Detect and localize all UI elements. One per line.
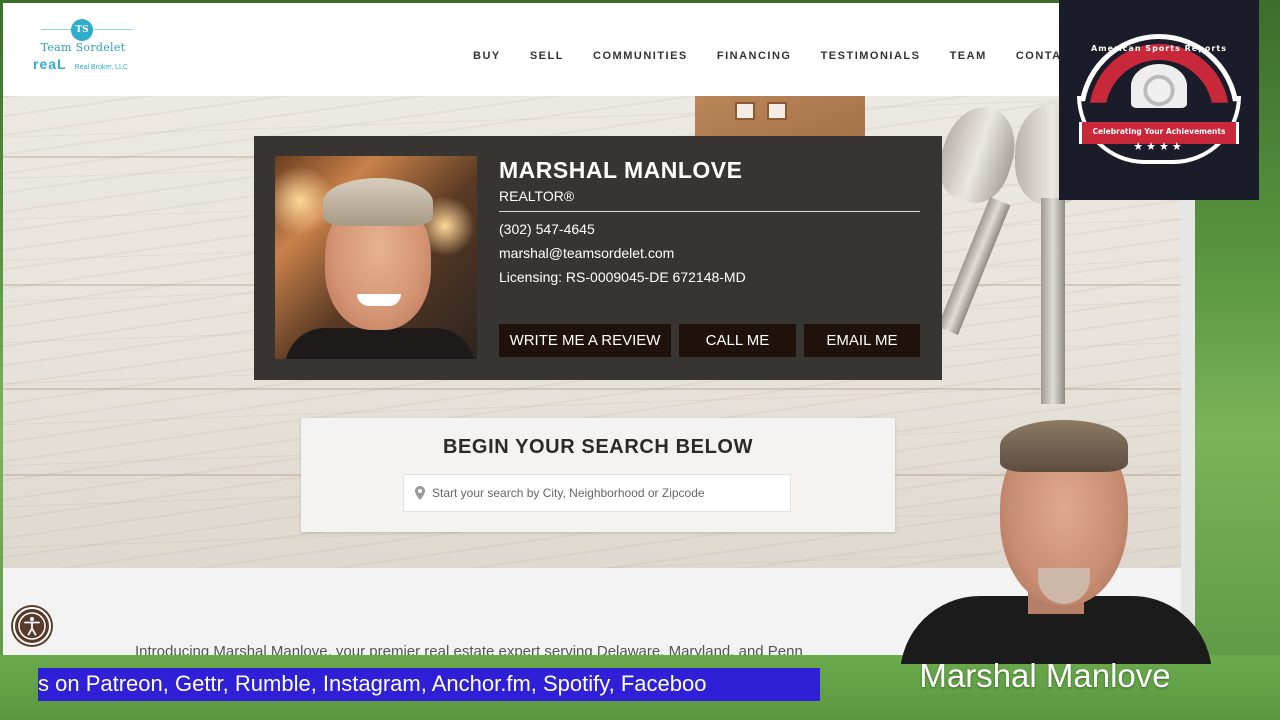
- logo-brokerage-mark: reaL: [33, 56, 67, 72]
- site-logo[interactable]: TS Team Sordelet reaL Real Broker, LLC: [33, 17, 143, 77]
- nav-testimonials[interactable]: TESTIMONIALS: [821, 50, 921, 62]
- brand-badge-logo: American Sports Reports Celebrating Your…: [1059, 0, 1259, 200]
- presenter-hair: [1000, 420, 1128, 472]
- accessibility-button[interactable]: [13, 607, 51, 645]
- nav-buy[interactable]: BUY: [473, 50, 501, 62]
- nav-team[interactable]: TEAM: [950, 50, 987, 62]
- search-panel: BEGIN YOUR SEARCH BELOW: [301, 418, 895, 532]
- badge-arc-text: American Sports Reports: [1091, 44, 1227, 53]
- key-head: [929, 97, 1027, 211]
- logo-brokerage: reaL Real Broker, LLC: [33, 54, 128, 73]
- key-blade: [937, 196, 1011, 336]
- nav-sell[interactable]: SELL: [530, 50, 564, 62]
- agent-title: REALTOR®: [499, 188, 575, 204]
- site-header: TS Team Sordelet reaL Real Broker, LLC B…: [3, 3, 1195, 96]
- agent-photo: [275, 156, 477, 359]
- intro-paragraph: Introducing Marshal Manlove, your premie…: [135, 643, 803, 655]
- scrolling-ticker: s on Patreon, Gettr, Rumble, Instagram, …: [38, 668, 820, 701]
- key-blade: [1041, 198, 1065, 404]
- agent-name: MARSHAL MANLOVE: [499, 157, 743, 183]
- photo-shirt: [285, 328, 475, 359]
- photo-hair: [323, 178, 433, 226]
- logo-name: Team Sordelet: [40, 41, 126, 54]
- nav-financing[interactable]: FINANCING: [717, 50, 792, 62]
- badge-tagline: Celebrating Your Achievements: [1092, 127, 1226, 136]
- call-me-button[interactable]: CALL ME: [679, 324, 796, 357]
- agent-phone-link[interactable]: (302) 547-4645: [499, 221, 595, 237]
- email-me-button[interactable]: EMAIL ME: [804, 324, 920, 357]
- agent-card: MARSHAL MANLOVE REALTOR® (302) 547-4645 …: [254, 136, 942, 380]
- agent-email-link[interactable]: marshal@teamsordelet.com: [499, 245, 674, 261]
- accessibility-icon: [18, 612, 46, 640]
- presenter-webcam: [900, 418, 1212, 664]
- presenter-name-caption: Marshal Manlove: [919, 657, 1171, 694]
- search-title: BEGIN YOUR SEARCH BELOW: [442, 436, 754, 458]
- ticker-text: s on Patreon, Gettr, Rumble, Instagram, …: [38, 671, 707, 696]
- search-input[interactable]: [430, 475, 786, 511]
- map-pin-icon: [415, 486, 425, 500]
- photo-smile: [357, 294, 401, 306]
- agent-divider: [499, 211, 920, 212]
- house-window: [735, 102, 755, 120]
- logo-emblem: TS: [71, 19, 93, 41]
- house-window: [767, 102, 787, 120]
- search-box[interactable]: [403, 474, 791, 512]
- nav-communities[interactable]: COMMUNITIES: [593, 50, 688, 62]
- badge-stars: ★★★★: [1133, 140, 1185, 153]
- logo-brokerage-name: Real Broker, LLC: [74, 64, 128, 71]
- agent-licensing: Licensing: RS-0009045-DE 672148-MD: [499, 269, 746, 285]
- write-review-button[interactable]: WRITE ME A REVIEW: [499, 324, 671, 357]
